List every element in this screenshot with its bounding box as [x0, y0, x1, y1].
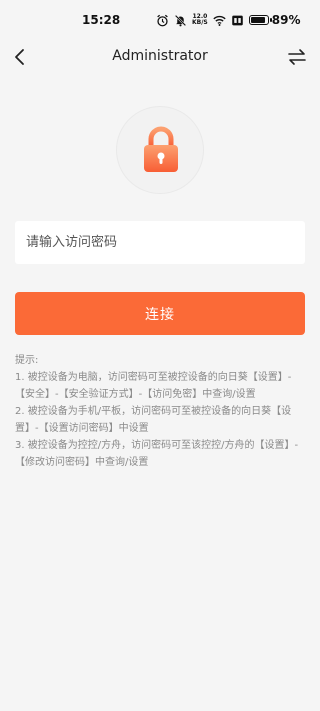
status-bar: 15:28 12.0 KB/S 89% [0, 0, 320, 40]
status-icons: 12.0 KB/S 89% [156, 12, 300, 28]
password-input[interactable] [15, 221, 305, 264]
tips-section: 提示: 1. 被控设备为电脑，访问密码可至被控设备的向日葵【设置】-【安全】-【… [15, 352, 309, 471]
wifi-icon [213, 15, 226, 26]
nav-bar: Administrator [0, 40, 320, 74]
status-time: 15:28 [82, 13, 121, 27]
tip-item-1: 1. 被控设备为电脑，访问密码可至被控设备的向日葵【设置】-【安全】-【安全验证… [15, 372, 292, 400]
battery-percent: 89% [271, 13, 301, 27]
page-title: Administrator [112, 48, 208, 64]
lock-icon [144, 126, 178, 172]
alarm-icon [157, 14, 168, 26]
battery: 89% [248, 13, 301, 27]
tip-item-2: 2. 被控设备为手机/平板，访问密码可至被控设备的向日葵【设置】-【设置访问密码… [15, 406, 292, 434]
back-arrow-icon[interactable] [10, 47, 30, 67]
mute-icon [174, 14, 187, 26]
net-speed-unit: KB/S [192, 19, 208, 26]
battery-icon [248, 15, 272, 25]
screen: 15:28 12.0 KB/S 89% Administrator 连接 提示:… [0, 0, 320, 711]
tip-item-3: 3. 被控设备为控控/方舟，访问密码可至该控控/方舟的【设置】-【修改访问密码】… [15, 440, 299, 468]
lock-badge [116, 106, 204, 194]
connect-button[interactable]: 连接 [15, 292, 305, 335]
net-speed: 12.0 KB/S [192, 14, 208, 26]
battery-fill [250, 17, 265, 23]
sim-icon [231, 15, 243, 25]
tips-heading: 提示: [15, 355, 39, 366]
switch-icon[interactable] [286, 47, 308, 67]
